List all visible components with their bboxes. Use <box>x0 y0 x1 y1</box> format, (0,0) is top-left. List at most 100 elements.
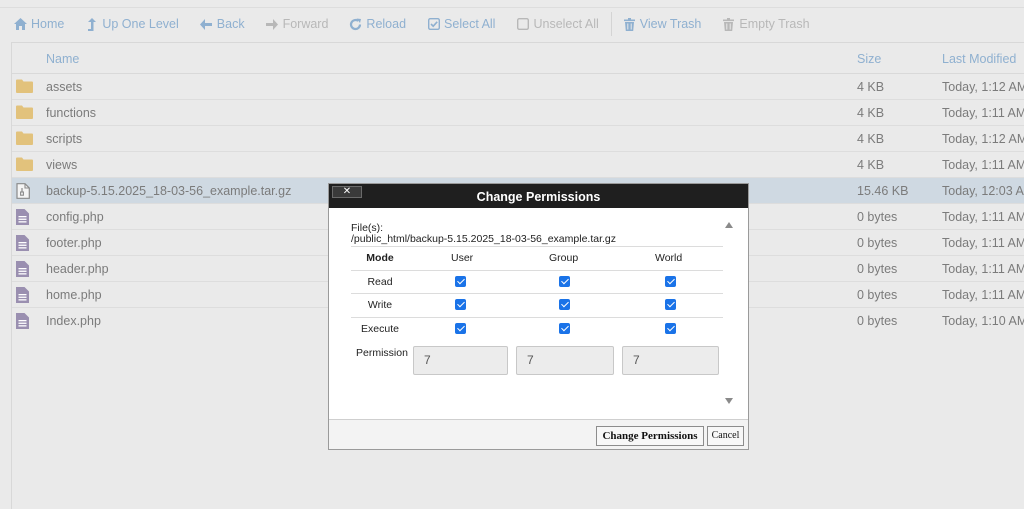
back-label: Back <box>216 17 245 31</box>
arrow-right-icon <box>266 18 279 31</box>
file-icon <box>16 235 33 251</box>
execute-label: Execute <box>361 322 399 335</box>
up-one-level-label: Up One Level <box>102 17 179 31</box>
file-row[interactable]: functions 4 KB Today, 1:11 AM <box>12 100 1024 126</box>
file-name: views <box>46 158 78 172</box>
write-group-checkbox[interactable] <box>559 299 570 310</box>
unselect-all-label: Unselect All <box>533 17 599 31</box>
permission-group-input[interactable]: 7 <box>516 346 614 375</box>
execute-group-checkbox[interactable] <box>559 322 570 334</box>
file-row[interactable]: assets 4 KB Today, 1:12 AM <box>12 74 1024 100</box>
cancel-button[interactable]: Cancel <box>707 426 744 446</box>
folder-icon <box>16 79 33 94</box>
trash-icon <box>623 17 636 31</box>
file-size: 0 bytes <box>857 236 898 250</box>
toolbar: Home Up One Level Back Forward Reload Se… <box>14 11 831 37</box>
file-row[interactable]: scripts 4 KB Today, 1:12 AM <box>12 126 1024 152</box>
reload-label: Reload <box>366 17 407 31</box>
file-name: Index.php <box>46 314 101 328</box>
execute-row: Execute <box>351 316 723 341</box>
home-icon <box>14 18 27 31</box>
read-label: Read <box>367 275 393 288</box>
file-modified: Today, 12:03 AM <box>942 184 1024 198</box>
home-button[interactable]: Home <box>14 17 64 31</box>
file-name: header.php <box>46 262 109 276</box>
write-world-checkbox[interactable] <box>665 299 676 310</box>
file-icon <box>16 209 33 225</box>
file-name: assets <box>46 80 83 94</box>
permission-user-input[interactable]: 7 <box>413 346 508 375</box>
file-size: 0 bytes <box>857 314 898 328</box>
file-size: 0 bytes <box>857 262 898 276</box>
execute-world-checkbox[interactable] <box>665 322 676 334</box>
file-modified: Today, 1:11 AM <box>942 288 1024 302</box>
file-name: config.php <box>46 210 104 224</box>
files-path: /public_html/backup-5.15.2025_18-03-56_e… <box>351 233 617 245</box>
write-user-checkbox[interactable] <box>455 299 466 310</box>
file-size: 15.46 KB <box>857 184 909 198</box>
file-modified: Today, 1:11 AM <box>942 210 1024 224</box>
refresh-icon <box>349 18 362 31</box>
group-header: Group <box>549 252 579 264</box>
file-size: 4 KB <box>857 80 885 94</box>
view-trash-label: View Trash <box>639 17 702 31</box>
file-name: backup-5.15.2025_18-03-56_example.tar.gz <box>46 184 292 198</box>
folder-icon <box>16 157 33 172</box>
file-size: 4 KB <box>857 158 885 172</box>
arrow-left-icon <box>200 18 213 31</box>
file-icon <box>16 313 33 329</box>
file-icon <box>16 261 33 277</box>
forward-button[interactable]: Forward <box>266 17 329 31</box>
scroll-down-icon[interactable] <box>725 398 733 404</box>
user-header: User <box>451 252 474 264</box>
forward-label: Forward <box>282 17 329 31</box>
checked-square-icon <box>427 18 440 31</box>
write-label: Write <box>367 299 393 311</box>
file-name: functions <box>46 106 97 120</box>
file-modified: Today, 1:12 AM <box>942 132 1024 146</box>
unselect-all-button[interactable]: Unselect All <box>516 17 599 31</box>
close-icon[interactable]: ✕ <box>332 186 362 198</box>
toolbar-divider <box>610 12 612 36</box>
select-all-button[interactable]: Select All <box>427 17 495 31</box>
write-row: Write <box>351 293 723 317</box>
folder-icon <box>16 131 33 146</box>
view-trash-button[interactable]: View Trash <box>623 17 702 31</box>
trash-icon <box>722 17 735 31</box>
read-world-checkbox[interactable] <box>665 275 676 287</box>
reload-button[interactable]: Reload <box>349 17 406 31</box>
file-size: 4 KB <box>857 106 885 120</box>
change-permissions-button[interactable]: Change Permissions <box>596 426 704 446</box>
file-modified: Today, 1:11 AM <box>942 262 1024 276</box>
file-size: 0 bytes <box>857 210 898 224</box>
column-size-header[interactable]: Size <box>857 52 881 66</box>
execute-user-checkbox[interactable] <box>455 322 466 334</box>
scroll-up-icon[interactable] <box>725 222 733 228</box>
dialog-title: Change Permissions <box>329 184 748 208</box>
permission-label: Permission <box>356 347 408 359</box>
folder-icon <box>16 105 33 120</box>
column-name-header[interactable]: Name <box>46 52 79 66</box>
file-size: 0 bytes <box>857 288 898 302</box>
world-header: World <box>655 252 683 264</box>
back-button[interactable]: Back <box>200 17 245 31</box>
file-name: scripts <box>46 132 83 146</box>
file-modified: Today, 1:11 AM <box>942 106 1024 120</box>
empty-trash-button[interactable]: Empty Trash <box>722 17 810 31</box>
read-row: Read <box>351 269 723 294</box>
empty-square-icon <box>516 18 529 31</box>
permission-world-input[interactable]: 7 <box>622 346 719 375</box>
column-modified-header[interactable]: Last Modified <box>942 52 1016 66</box>
file-size: 4 KB <box>857 132 885 146</box>
file-modified: Today, 1:12 AM <box>942 80 1024 94</box>
file-row[interactable]: views 4 KB Today, 1:11 AM <box>12 152 1024 178</box>
permissions-header-row: Mode User Group World <box>351 246 723 270</box>
up-one-level-button[interactable]: Up One Level <box>85 17 179 31</box>
dialog-body: File(s): /public_html/backup-5.15.2025_1… <box>329 208 748 420</box>
read-user-checkbox[interactable] <box>455 275 466 287</box>
read-group-checkbox[interactable] <box>559 275 570 287</box>
file-modified: Today, 1:10 AM <box>942 314 1024 328</box>
file-name: footer.php <box>46 236 102 250</box>
home-label: Home <box>31 17 65 31</box>
file-name: home.php <box>46 288 102 302</box>
